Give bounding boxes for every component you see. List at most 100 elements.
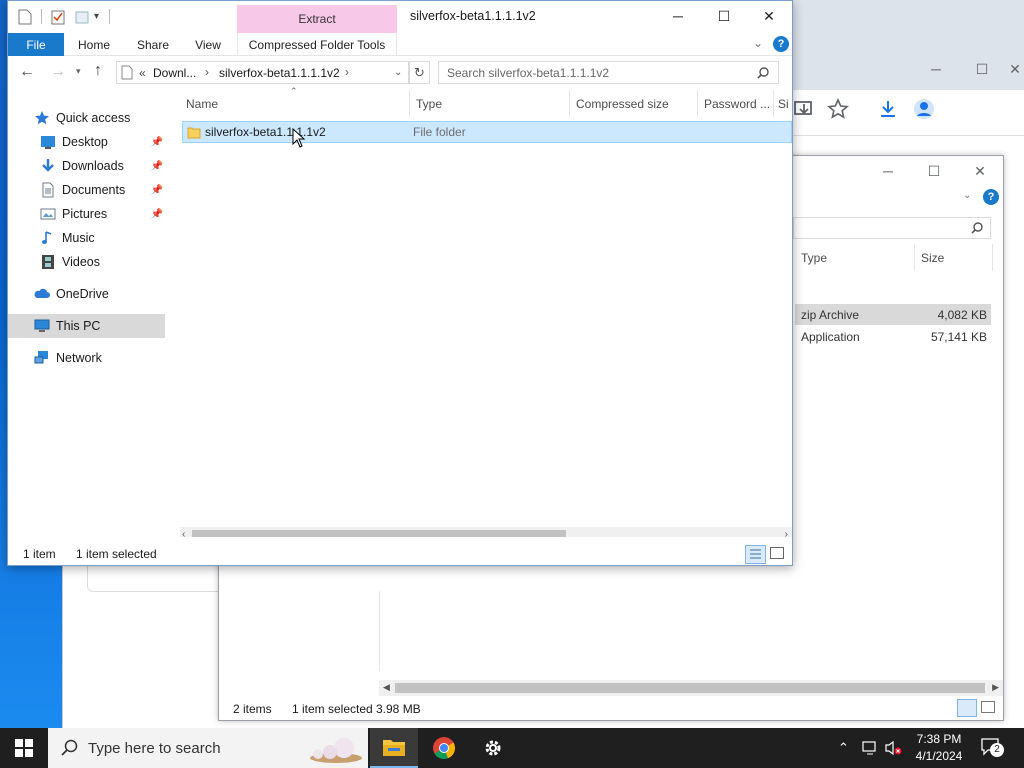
- file-explorer-taskbar-icon[interactable]: [370, 728, 418, 768]
- show-hidden-icons-chevron-icon[interactable]: ⌃: [838, 740, 849, 756]
- downloads-icon[interactable]: [877, 98, 901, 122]
- address-dropdown-icon[interactable]: ⌄: [394, 67, 402, 78]
- forward-icon[interactable]: →: [50, 63, 66, 81]
- zip-minimize-icon[interactable]: ─: [865, 156, 911, 186]
- nav-label: This PC: [56, 319, 101, 333]
- zip-row[interactable]: Application 57,141 KB: [795, 326, 991, 347]
- breadcrumb-chevron-icon[interactable]: ›: [205, 65, 209, 79]
- recent-locations-icon[interactable]: ▾: [76, 66, 81, 77]
- nav-label: Network: [56, 351, 102, 365]
- col-password[interactable]: Password ...: [698, 90, 774, 117]
- breadcrumb-chevron-icon[interactable]: ›: [345, 65, 349, 79]
- notification-center-icon[interactable]: 2: [980, 737, 1004, 759]
- large-icons-view-icon[interactable]: [770, 547, 784, 559]
- ribbon-expand-icon[interactable]: ⌄: [753, 36, 763, 50]
- address-input[interactable]: « Downl... › silverfox-beta1.1.1.1v2 › ⌄: [116, 61, 409, 84]
- tab-file[interactable]: File: [8, 33, 64, 56]
- taskbar: Type here to search ⌃ 7:38 PM 4/1/2024 2: [0, 728, 1024, 768]
- navigation-pane: Quick access Desktop 📌 Downloads 📌 Docum…: [8, 90, 173, 537]
- nav-label: Videos: [62, 255, 100, 269]
- window-title: silverfox-beta1.1.1.1v2: [410, 9, 536, 23]
- breadcrumb-downloads[interactable]: Downl...: [153, 66, 196, 80]
- zip-details-view-icon[interactable]: [957, 699, 977, 717]
- zip-row-selected[interactable]: zip Archive 4,082 KB: [795, 304, 991, 325]
- zip-ribbon-expand-icon[interactable]: ⌄: [963, 190, 971, 201]
- status-bar: 1 item 1 item selected: [8, 537, 792, 565]
- chrome-minimize-icon[interactable]: ─: [913, 54, 959, 84]
- zip-scroll-thumb[interactable]: [395, 683, 985, 693]
- nav-onedrive[interactable]: OneDrive: [8, 282, 165, 306]
- nav-music[interactable]: Music: [8, 226, 165, 250]
- details-view-icon[interactable]: [745, 545, 766, 564]
- file-list: ⌃ Name Type Compressed size Password ...…: [180, 86, 792, 537]
- tab-view[interactable]: View: [186, 33, 230, 56]
- zip-row-size: 4,082 KB: [937, 308, 987, 322]
- up-icon[interactable]: ↑: [94, 62, 102, 80]
- nav-this-pc[interactable]: This PC: [8, 314, 165, 338]
- tab-compressed-folder-tools[interactable]: Compressed Folder Tools: [237, 33, 397, 56]
- zip-col-type[interactable]: Type: [795, 244, 915, 271]
- qat-dropdown-icon[interactable]: ▾: [94, 11, 99, 22]
- chrome-close-icon[interactable]: ✕: [1005, 54, 1024, 84]
- nav-network[interactable]: Network: [8, 346, 165, 370]
- chrome-taskbar-icon[interactable]: [420, 728, 468, 768]
- nav-videos[interactable]: Videos: [8, 250, 165, 274]
- minimize-icon[interactable]: ─: [655, 1, 701, 31]
- back-icon[interactable]: ←: [19, 63, 35, 81]
- zip-status-count: 2 items: [233, 702, 272, 716]
- maximize-icon[interactable]: ☐: [701, 1, 747, 31]
- nav-label: OneDrive: [56, 287, 109, 301]
- help-icon[interactable]: ?: [773, 36, 789, 52]
- nav-documents[interactable]: Documents 📌: [8, 178, 165, 202]
- address-bar-row: ← → ▾ ↑ « Downl... › silverfox-beta1.1.1…: [8, 56, 792, 90]
- zip-close-icon[interactable]: ✕: [957, 156, 1003, 186]
- breadcrumb-current[interactable]: silverfox-beta1.1.1.1v2: [219, 66, 340, 80]
- nav-label: Pictures: [62, 207, 108, 221]
- chrome-maximize-icon[interactable]: ☐: [959, 54, 1005, 84]
- clock-date: 4/1/2024: [915, 749, 963, 763]
- pin-icon[interactable]: 📌: [151, 137, 163, 148]
- zip-large-icons-view-icon[interactable]: [981, 701, 995, 713]
- col-type[interactable]: Type: [410, 90, 570, 117]
- nav-label: Music: [62, 231, 95, 245]
- col-size[interactable]: Si: [774, 90, 792, 117]
- nav-downloads[interactable]: Downloads 📌: [8, 154, 165, 178]
- start-windows-icon[interactable]: [0, 728, 48, 768]
- volume-muted-icon[interactable]: [885, 740, 903, 756]
- taskbar-search-input[interactable]: Type here to search: [48, 728, 368, 768]
- zip-scroll-right-icon[interactable]: ▶: [992, 682, 999, 693]
- file-row-selected[interactable]: silverfox-beta1.1.1.1v2 File folder: [182, 121, 792, 143]
- profile-avatar-icon[interactable]: [913, 98, 937, 122]
- zip-maximize-icon[interactable]: ☐: [911, 156, 957, 186]
- zip-status-size: 3.98 MB: [376, 702, 421, 716]
- zip-horizontal-scrollbar[interactable]: ◀ ▶: [379, 680, 1003, 696]
- settings-gear-icon[interactable]: [469, 728, 517, 768]
- star-icon: [34, 110, 50, 126]
- pin-icon[interactable]: 📌: [151, 209, 163, 220]
- zip-scroll-left-icon[interactable]: ◀: [383, 682, 390, 693]
- zip-search-input[interactable]: [793, 217, 991, 239]
- tab-share[interactable]: Share: [130, 33, 176, 56]
- pin-icon[interactable]: 📌: [151, 185, 163, 196]
- refresh-icon[interactable]: ↻: [409, 61, 430, 84]
- zip-col-size[interactable]: Size: [915, 244, 993, 271]
- pin-icon[interactable]: 📌: [151, 161, 163, 172]
- bookmark-star-icon[interactable]: [827, 98, 851, 122]
- breadcrumb-overflow[interactable]: «: [139, 66, 146, 80]
- col-compressed-size[interactable]: Compressed size: [570, 90, 698, 117]
- zip-row-type: zip Archive: [801, 308, 860, 322]
- extract-context-tab[interactable]: Extract: [237, 5, 397, 33]
- search-input[interactable]: Search silverfox-beta1.1.1.1v2: [438, 61, 779, 84]
- close-icon[interactable]: ✕: [746, 1, 792, 31]
- zip-help-icon[interactable]: ?: [983, 189, 999, 205]
- nav-pictures[interactable]: Pictures 📌: [8, 202, 165, 226]
- network-status-icon[interactable]: [862, 740, 880, 756]
- install-app-icon[interactable]: [793, 98, 817, 122]
- clock[interactable]: 7:38 PM 4/1/2024: [908, 731, 970, 765]
- col-name[interactable]: Name: [180, 90, 410, 117]
- new-folder-icon[interactable]: [74, 9, 90, 25]
- properties-icon[interactable]: [50, 9, 66, 25]
- nav-quick-access[interactable]: Quick access: [8, 106, 165, 130]
- nav-desktop[interactable]: Desktop 📌: [8, 130, 165, 154]
- tab-home[interactable]: Home: [70, 33, 118, 56]
